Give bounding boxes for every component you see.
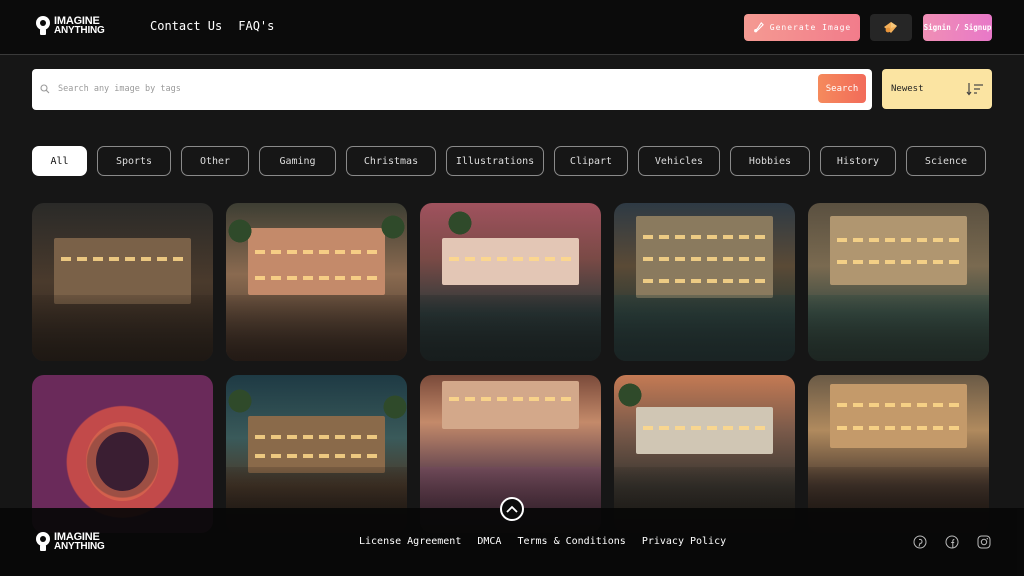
sort-label: Newest [891,84,924,94]
category-hobbies[interactable]: Hobbies [730,146,810,176]
generate-image-button[interactable]: Generate Image [744,14,860,41]
site-header: IMAGINE ANYTHING Contact Us FAQ's Genera… [0,0,1024,55]
nav-faqs[interactable]: FAQ's [238,19,274,33]
category-sports[interactable]: Sports [97,146,171,176]
footer-logo-line2: ANYTHING [54,541,105,552]
category-all[interactable]: All [32,146,87,176]
lightbulb-logo-icon [36,16,50,36]
category-christmas[interactable]: Christmas [346,146,436,176]
site-logo[interactable]: IMAGINE ANYTHING [36,16,105,36]
category-history[interactable]: History [820,146,896,176]
main-nav: Contact Us FAQ's [150,19,274,33]
logo-line2: ANYTHING [54,25,105,36]
instagram-icon[interactable] [977,535,991,549]
coins-icon [884,22,897,33]
footer-terms-conditions[interactable]: Terms & Conditions [517,536,625,547]
category-other[interactable]: Other [181,146,249,176]
nav-contact-us[interactable]: Contact Us [150,19,222,33]
signin-signup-button[interactable]: Signin / Signup [923,14,992,41]
category-vehicles[interactable]: Vehicles [638,146,720,176]
gallery-image[interactable] [420,203,601,361]
scroll-to-top-button[interactable] [500,497,524,521]
sort-dropdown[interactable]: Newest [882,69,992,109]
brush-icon [753,22,764,33]
generate-image-label: Generate Image [769,23,852,32]
footer-dmca[interactable]: DMCA [477,536,501,547]
facebook-icon[interactable] [945,535,959,549]
category-filter: All Sports Other Gaming Christmas Illust… [32,146,986,176]
gallery-image[interactable] [808,203,989,361]
pinterest-icon[interactable] [913,535,927,549]
credits-button[interactable] [870,14,912,41]
lightbulb-logo-icon [36,532,50,552]
gallery-image[interactable] [32,203,213,361]
gallery-image[interactable] [614,203,795,361]
category-clipart[interactable]: Clipart [554,146,628,176]
search-icon [40,84,50,94]
category-gaming[interactable]: Gaming [259,146,336,176]
category-science[interactable]: Science [906,146,986,176]
footer-links: License Agreement DMCA Terms & Condition… [359,536,726,547]
sort-descending-icon [966,83,983,96]
search-button[interactable]: Search [818,74,866,103]
footer-logo[interactable]: IMAGINE ANYTHING [36,532,105,552]
footer-privacy-policy[interactable]: Privacy Policy [642,536,726,547]
gallery-image[interactable] [226,203,407,361]
chevron-up-icon [506,505,518,513]
footer-license-agreement[interactable]: License Agreement [359,536,461,547]
category-illustrations[interactable]: Illustrations [446,146,544,176]
search-input[interactable] [58,78,798,100]
image-gallery [32,203,992,533]
